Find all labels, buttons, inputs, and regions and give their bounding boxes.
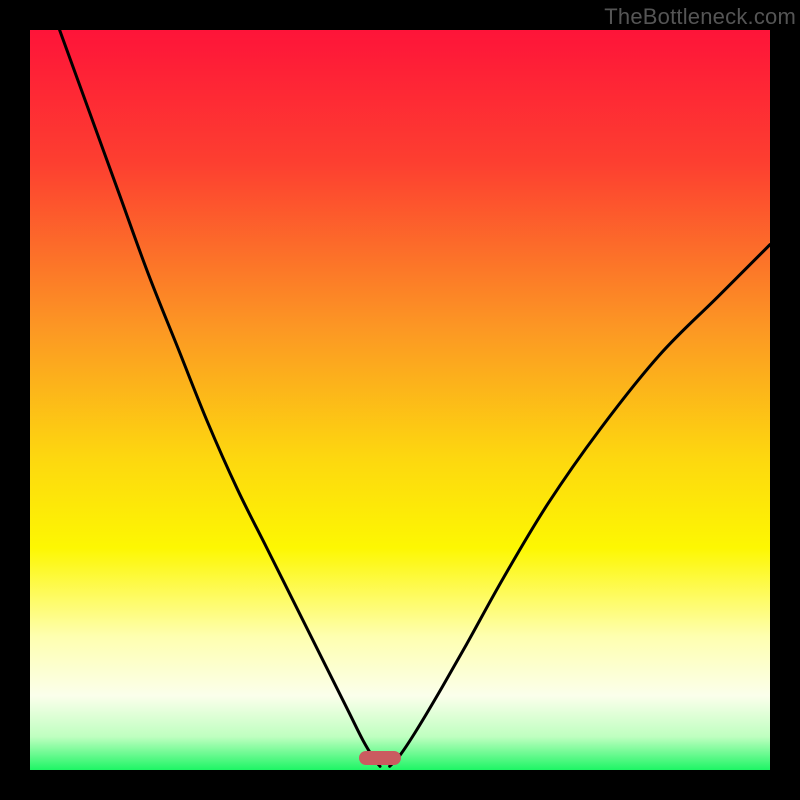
right-curve — [390, 245, 770, 767]
left-curve — [60, 30, 380, 766]
curves-layer — [30, 30, 770, 770]
watermark-text: TheBottleneck.com — [604, 4, 796, 30]
plot-frame — [30, 30, 770, 770]
optimal-marker — [359, 751, 401, 765]
